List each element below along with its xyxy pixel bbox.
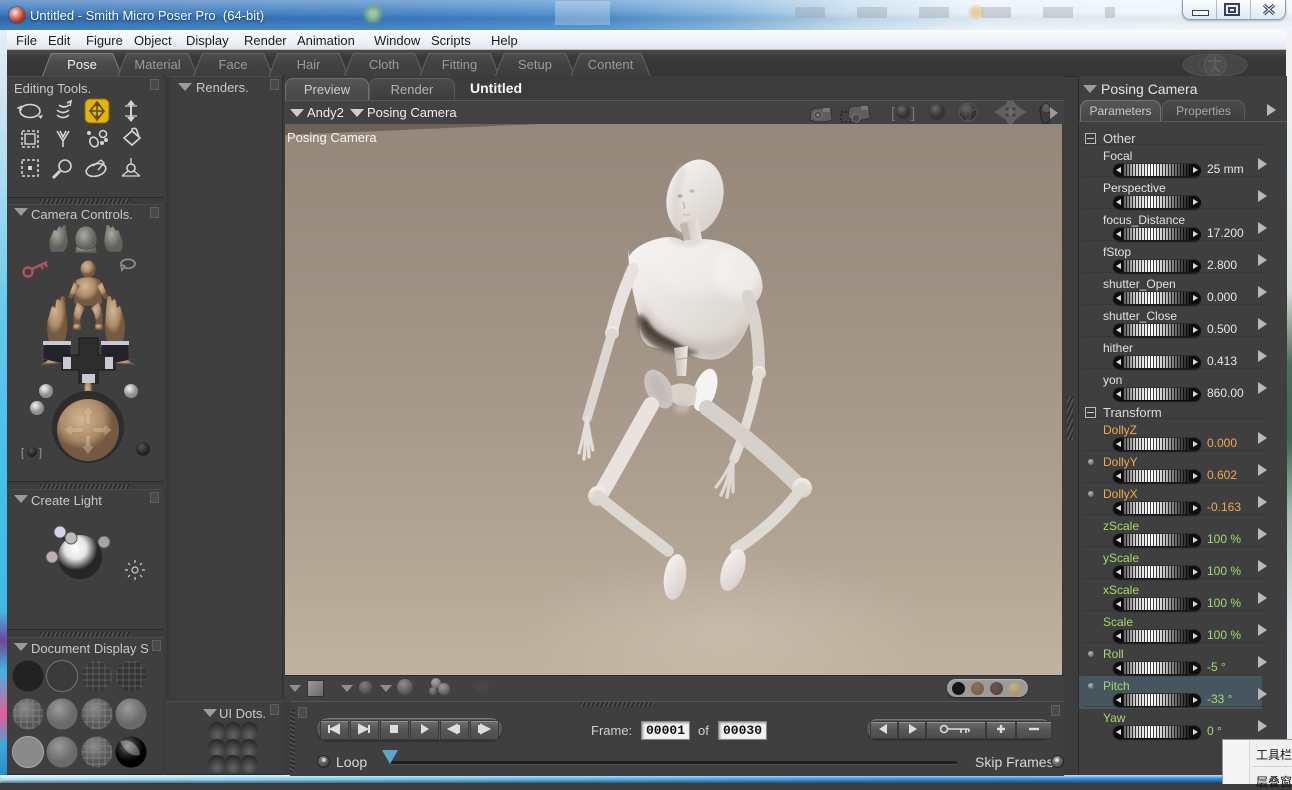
svg-text:]: ] — [39, 447, 42, 459]
svg-text:[: [ — [891, 105, 896, 122]
svg-text:[: [ — [21, 447, 24, 459]
svg-text:]: ] — [911, 105, 915, 122]
